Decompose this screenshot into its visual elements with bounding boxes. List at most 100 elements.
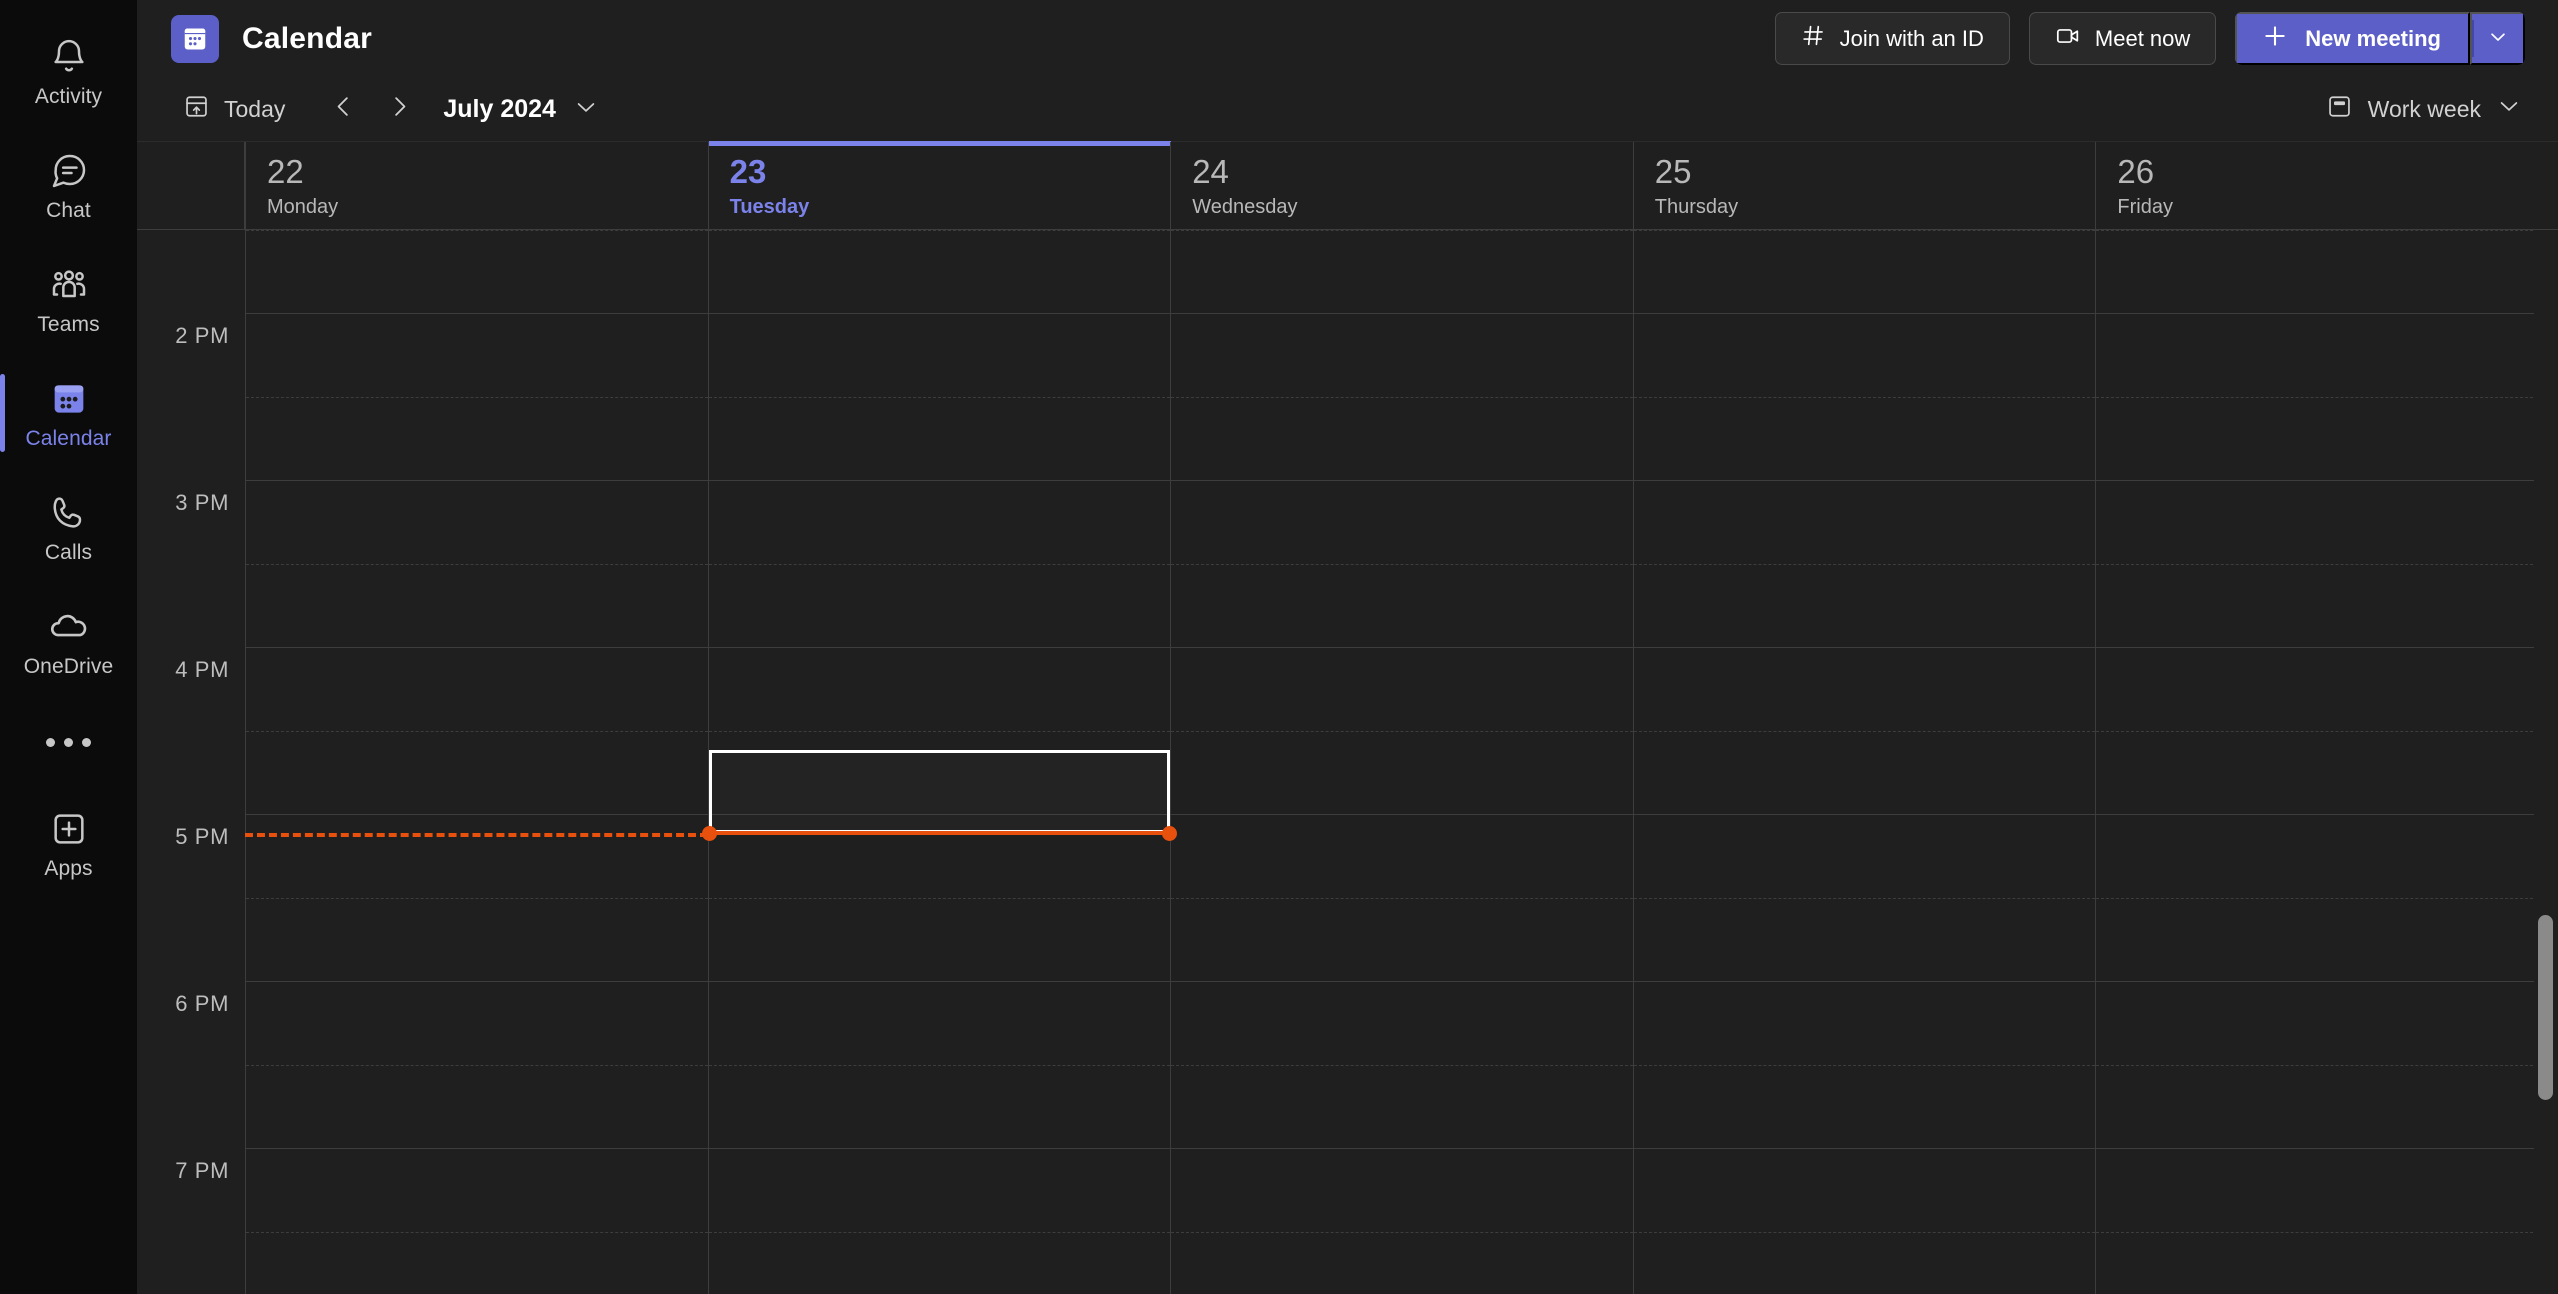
half-hour-gridline: [1171, 897, 1633, 899]
video-camera-icon: [2055, 23, 2081, 55]
day-name: Friday: [2117, 196, 2173, 218]
half-hour-gridline: [2096, 730, 2558, 732]
day-number: 25: [1654, 153, 1692, 190]
cloud-icon: [47, 605, 91, 649]
new-meeting-dropdown-button[interactable]: [2470, 12, 2525, 65]
day-number: 22: [267, 153, 304, 190]
today-button[interactable]: Today: [171, 87, 297, 132]
half-hour-gridline: [708, 230, 1171, 231]
time-label: 2 PM: [175, 323, 229, 348]
day-number: 24: [1192, 153, 1229, 190]
half-hour-gridline: [708, 1231, 1171, 1233]
sidebar-item-activity[interactable]: Activity: [0, 14, 137, 128]
day-name: Thursday: [1654, 196, 1739, 218]
calendar-icon: [47, 377, 91, 421]
half-hour-gridline: [2096, 1231, 2558, 1233]
half-hour-gridline: [1633, 1231, 2096, 1233]
half-hour-gridline: [1633, 730, 2096, 732]
hour-gridline: [2096, 814, 2558, 815]
day-header-row: 22 Monday 23 Tuesday 24 Wednesday 25 Thursday 26…: [137, 141, 2558, 230]
half-hour-gridline: [1633, 1064, 2096, 1066]
hour-gridline: [246, 981, 708, 982]
day-name: Wednesday: [1192, 196, 1298, 218]
chat-icon: [47, 149, 91, 193]
half-hour-gridline: [2096, 897, 2558, 899]
sidebar-item-apps[interactable]: Apps: [0, 786, 137, 900]
day-header-thursday[interactable]: 25 Thursday: [1632, 142, 2096, 229]
day-column-friday[interactable]: [2095, 230, 2558, 1294]
day-column-monday[interactable]: [245, 230, 708, 1294]
half-hour-gridline: [708, 1064, 1171, 1066]
selected-time-slot[interactable]: [708, 750, 1171, 833]
date-navigation: [321, 87, 421, 131]
hour-gridline: [1171, 814, 1633, 815]
people-icon: [47, 263, 91, 307]
new-meeting-button[interactable]: New meeting: [2235, 12, 2470, 65]
apps-plus-icon: [47, 807, 91, 851]
half-hour-gridline: [708, 396, 1171, 398]
plus-icon: [2261, 22, 2289, 56]
time-label: 3 PM: [175, 490, 229, 515]
sidebar-item-teams[interactable]: Teams: [0, 242, 137, 356]
view-mode-dropdown[interactable]: Work week: [2326, 93, 2522, 126]
period-dropdown-button[interactable]: [573, 94, 599, 125]
current-period-label: July 2024: [443, 94, 556, 123]
work-week-icon: [2326, 93, 2353, 126]
day-header-friday[interactable]: 26 Friday: [2095, 142, 2558, 229]
hash-icon: [1801, 23, 1826, 54]
time-label: 5 PM: [175, 824, 229, 849]
scrollbar-thumb[interactable]: [2538, 915, 2553, 1100]
calendar-grid-scroll-area[interactable]: 2 PM 3 PM 4 PM 5 PM 6 PM 7 PM: [137, 230, 2558, 1294]
day-column-tuesday[interactable]: [701, 230, 1178, 1294]
hour-gridline: [708, 313, 1171, 314]
hour-gridline: [246, 1148, 708, 1149]
half-hour-gridline: [1633, 230, 2096, 231]
dot-icon: [82, 737, 91, 747]
join-with-id-button[interactable]: Join with an ID: [1774, 12, 2010, 65]
day-number: 26: [2117, 153, 2155, 190]
half-hour-gridline: [1171, 230, 1633, 231]
bell-icon: [47, 35, 91, 79]
sidebar-item-chat[interactable]: Chat: [0, 128, 137, 242]
page-title: Calendar: [242, 21, 372, 55]
hour-gridline: [708, 647, 1171, 648]
day-columns: [245, 230, 2558, 1294]
calendar-app-icon: [171, 14, 219, 63]
half-hour-gridline: [2096, 1064, 2558, 1066]
sidebar-item-calls[interactable]: Calls: [0, 470, 137, 584]
day-column-thursday[interactable]: [1632, 230, 2096, 1294]
meet-now-button[interactable]: Meet now: [2028, 12, 2217, 65]
day-column-wednesday[interactable]: [1170, 230, 1633, 1294]
time-label: 7 PM: [175, 1158, 229, 1183]
day-header-wednesday[interactable]: 24 Wednesday: [1170, 142, 1633, 229]
half-hour-gridline: [1171, 730, 1633, 732]
chevron-left-icon: [330, 93, 357, 125]
sidebar-item-label: Apps: [44, 856, 93, 880]
sidebar-item-calendar[interactable]: Calendar: [0, 356, 137, 470]
hour-gridline: [246, 480, 708, 481]
calendar-grid: 2 PM 3 PM 4 PM 5 PM 6 PM 7 PM: [137, 230, 2558, 1294]
calendar-main-area: Calendar Join with an ID Meet now New me…: [137, 0, 2558, 1294]
chevron-down-icon: [2496, 93, 2522, 125]
half-hour-gridline: [246, 1064, 708, 1066]
app-header: Calendar Join with an ID Meet now New me…: [137, 0, 2558, 77]
more-options-button[interactable]: [0, 698, 137, 786]
previous-period-button[interactable]: [321, 87, 365, 131]
next-period-button[interactable]: [377, 87, 421, 131]
chevron-right-icon: [386, 93, 413, 125]
half-hour-gridline: [246, 563, 708, 565]
hour-gridline: [2096, 480, 2558, 481]
hour-gridline: [1171, 313, 1633, 314]
app-left-rail: Activity Chat Teams Calendar Calls OneDr…: [0, 0, 137, 1294]
day-header-gutter: [137, 142, 245, 229]
day-header-tuesday[interactable]: 23 Tuesday: [707, 141, 1172, 229]
sidebar-item-onedrive[interactable]: OneDrive: [0, 584, 137, 698]
half-hour-gridline: [1171, 1231, 1633, 1233]
vertical-scrollbar[interactable]: [2534, 230, 2558, 1294]
hour-gridline: [1171, 981, 1633, 982]
hour-gridline: [246, 814, 708, 815]
day-header-monday[interactable]: 22 Monday: [245, 142, 708, 229]
half-hour-gridline: [1171, 396, 1633, 398]
half-hour-gridline: [708, 730, 1171, 732]
join-with-id-label: Join with an ID: [1839, 25, 1984, 51]
